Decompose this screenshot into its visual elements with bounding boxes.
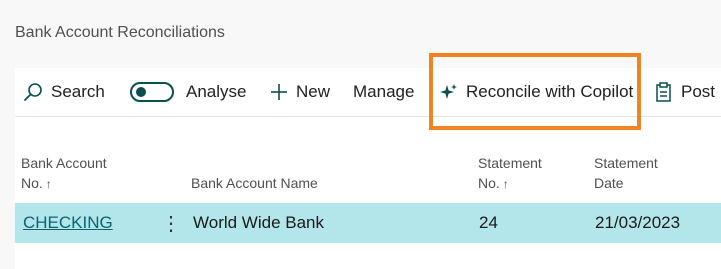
search-button[interactable]: Search [23, 68, 105, 116]
post-document-icon [655, 82, 673, 102]
action-bar: Search Analyse New Manage Reconcile with… [15, 68, 721, 117]
plus-icon [270, 83, 288, 101]
bank-account-name-cell: World Wide Bank [193, 213, 325, 232]
table-header: Bank Account No. ↑ Bank Account Name Stat… [15, 153, 721, 193]
search-icon [23, 82, 43, 102]
manage-menu[interactable]: Manage [353, 68, 414, 116]
reconcile-with-copilot-button[interactable]: Reconcile with Copilot [440, 68, 633, 116]
row-menu-icon[interactable]: ⋮ [161, 203, 181, 243]
copilot-sparkle-icon [440, 83, 458, 101]
manage-label: Manage [353, 82, 415, 101]
search-label: Search [51, 82, 105, 101]
bank-account-no-link[interactable]: CHECKING [23, 213, 113, 233]
new-label: New [296, 82, 331, 101]
statement-no-cell: 24 [479, 213, 498, 232]
sort-ascending-icon: ↑ [45, 177, 52, 191]
post-label: Post [681, 82, 716, 101]
toggle-switch[interactable] [130, 82, 174, 102]
column-header-statement-no[interactable]: Statement No. ↑ [478, 153, 542, 194]
table-row[interactable]: CHECKING ⋮ World Wide Bank 24 21/03/2023 [15, 203, 721, 243]
column-header-bank-account-no[interactable]: Bank Account No. ↑ [21, 153, 107, 194]
column-header-statement-date[interactable]: Statement Date [594, 153, 658, 193]
new-button[interactable]: New [270, 68, 330, 116]
bank-account-no-cell[interactable]: CHECKING [23, 203, 113, 243]
column-header-bank-account-name[interactable]: Bank Account Name [191, 173, 318, 193]
post-button[interactable]: Post [655, 68, 715, 116]
copilot-label: Reconcile with Copilot [466, 82, 634, 101]
list-panel: Search Analyse New Manage Reconcile with… [15, 68, 721, 269]
page-title: Bank Account Reconciliations [15, 24, 225, 41]
analyse-label: Analyse [186, 82, 247, 101]
analyse-toggle[interactable]: Analyse [130, 68, 246, 116]
sort-ascending-icon: ↑ [502, 177, 509, 191]
statement-date-cell: 21/03/2023 [595, 213, 681, 232]
